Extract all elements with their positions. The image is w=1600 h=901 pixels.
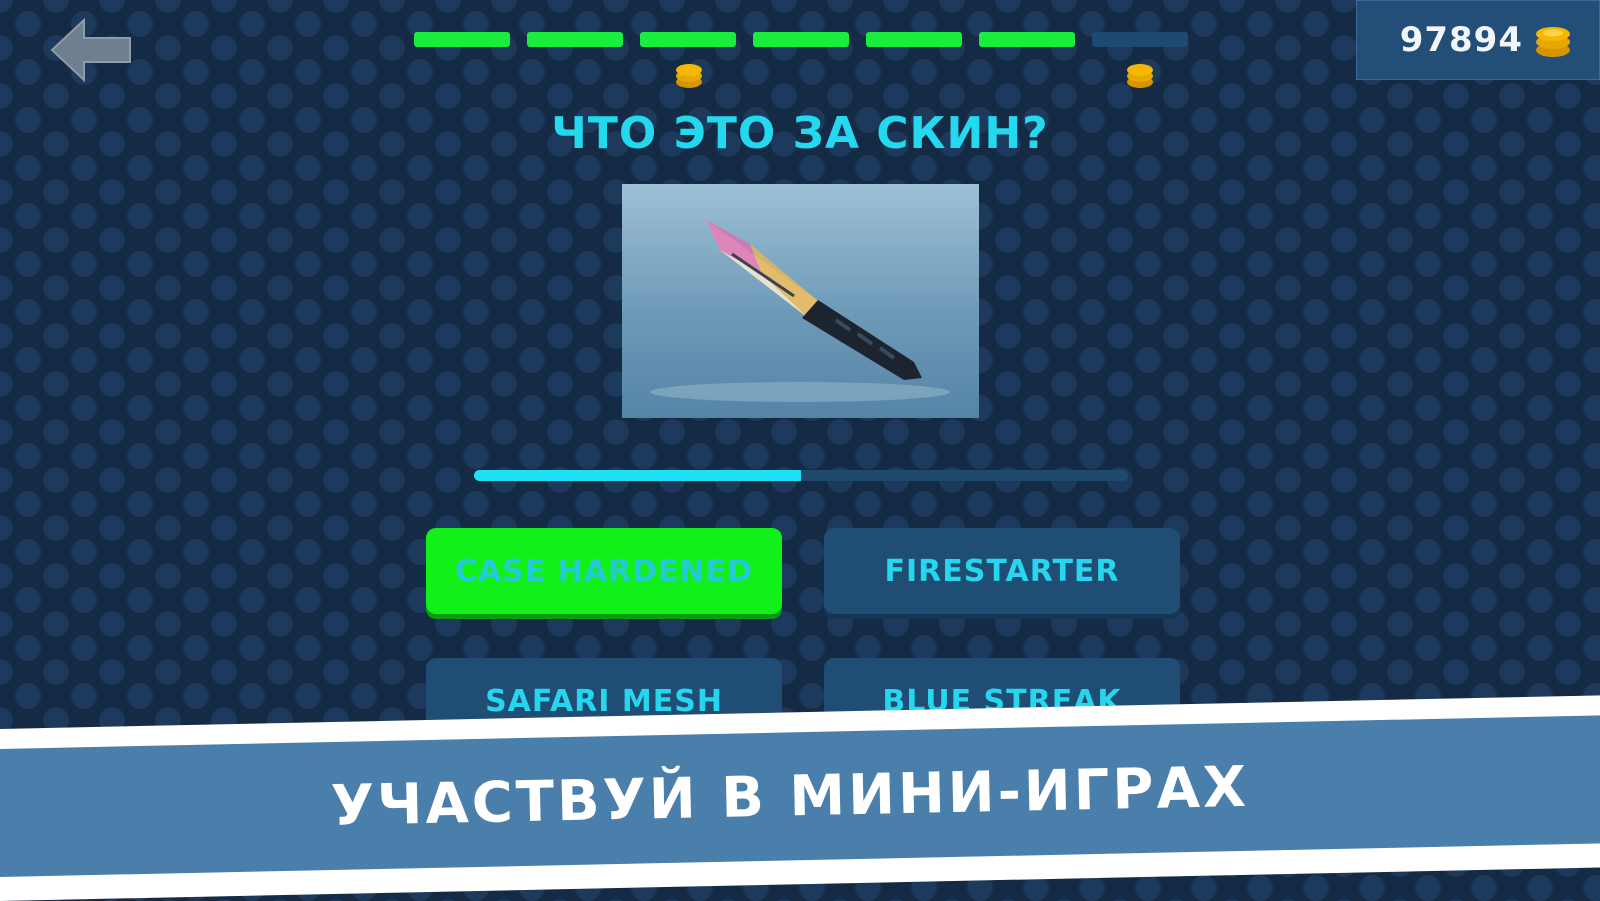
promo-banner-text: УЧАСТВУЙ В МИНИ-ИГРАХ bbox=[330, 754, 1250, 839]
promo-banner: УЧАСТВУЙ В МИНИ-ИГРАХ bbox=[0, 694, 1600, 901]
timer-fill bbox=[474, 470, 801, 481]
question-title: ЧТО ЭТО ЗА СКИН? bbox=[551, 108, 1049, 159]
level-progress bbox=[414, 32, 1188, 47]
timer-bar bbox=[474, 470, 1128, 481]
progress-step bbox=[414, 32, 510, 47]
answer-button-firestarter[interactable]: FIRESTARTER bbox=[824, 528, 1180, 614]
coin-reward-icon bbox=[1127, 64, 1153, 88]
back-button[interactable] bbox=[44, 14, 136, 84]
coin-reward-icon bbox=[676, 64, 702, 88]
coin-balance: 97894 bbox=[1356, 0, 1600, 80]
coin-stack-icon bbox=[1536, 27, 1570, 57]
progress-step bbox=[527, 32, 623, 47]
coin-count: 97894 bbox=[1399, 20, 1523, 60]
progress-step bbox=[979, 32, 1075, 47]
progress-step bbox=[1092, 32, 1188, 47]
progress-step bbox=[866, 32, 962, 47]
progress-step bbox=[753, 32, 849, 47]
knife-illustration bbox=[650, 220, 950, 402]
back-arrow-icon bbox=[50, 17, 131, 83]
answer-button-case-hardened[interactable]: CASE HARDENED bbox=[426, 528, 782, 614]
skin-image bbox=[622, 184, 979, 418]
progress-step bbox=[640, 32, 736, 47]
